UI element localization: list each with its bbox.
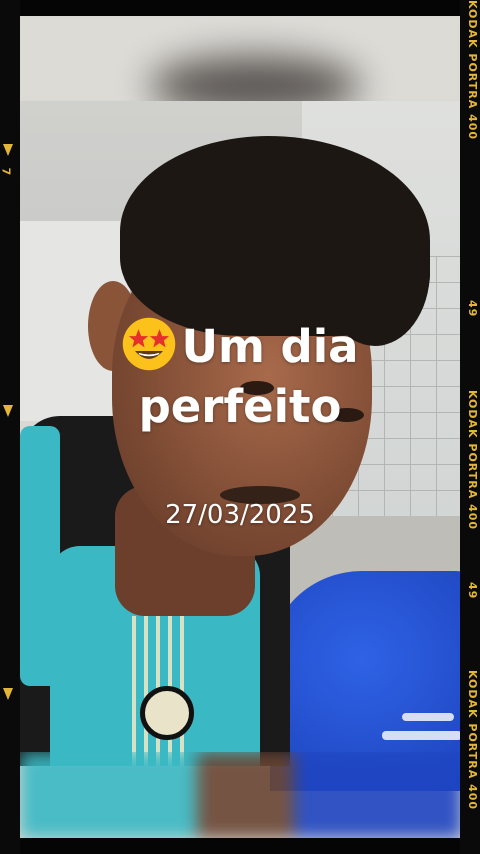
photo-top-blur [20, 16, 462, 116]
caption-headline: Um dia perfeito [0, 316, 480, 437]
film-frame-number: 49 [466, 582, 479, 600]
shirt-logo [140, 686, 194, 740]
chair-slot [382, 731, 462, 740]
film-frame-number: 49 [466, 300, 479, 318]
star-struck-emoji-icon [123, 317, 176, 371]
caption-date: 27/03/2025 [165, 500, 315, 530]
film-frame-number: 7 [0, 167, 13, 176]
caption-line-2: perfeito [138, 380, 342, 433]
film-marker-triangle [3, 144, 13, 156]
photo-bottom-blur [20, 752, 462, 838]
film-brand-text: KODAK PORTRA 400 [466, 670, 479, 811]
chair-slot [402, 713, 454, 721]
caption-line-1: Um dia [181, 320, 359, 373]
film-marker-triangle [3, 688, 13, 700]
film-brand-text: KODAK PORTRA 400 [466, 0, 479, 141]
story-frame: 7 KODAK PORTRA 400 49 KODAK PORTRA 400 4… [0, 0, 480, 854]
